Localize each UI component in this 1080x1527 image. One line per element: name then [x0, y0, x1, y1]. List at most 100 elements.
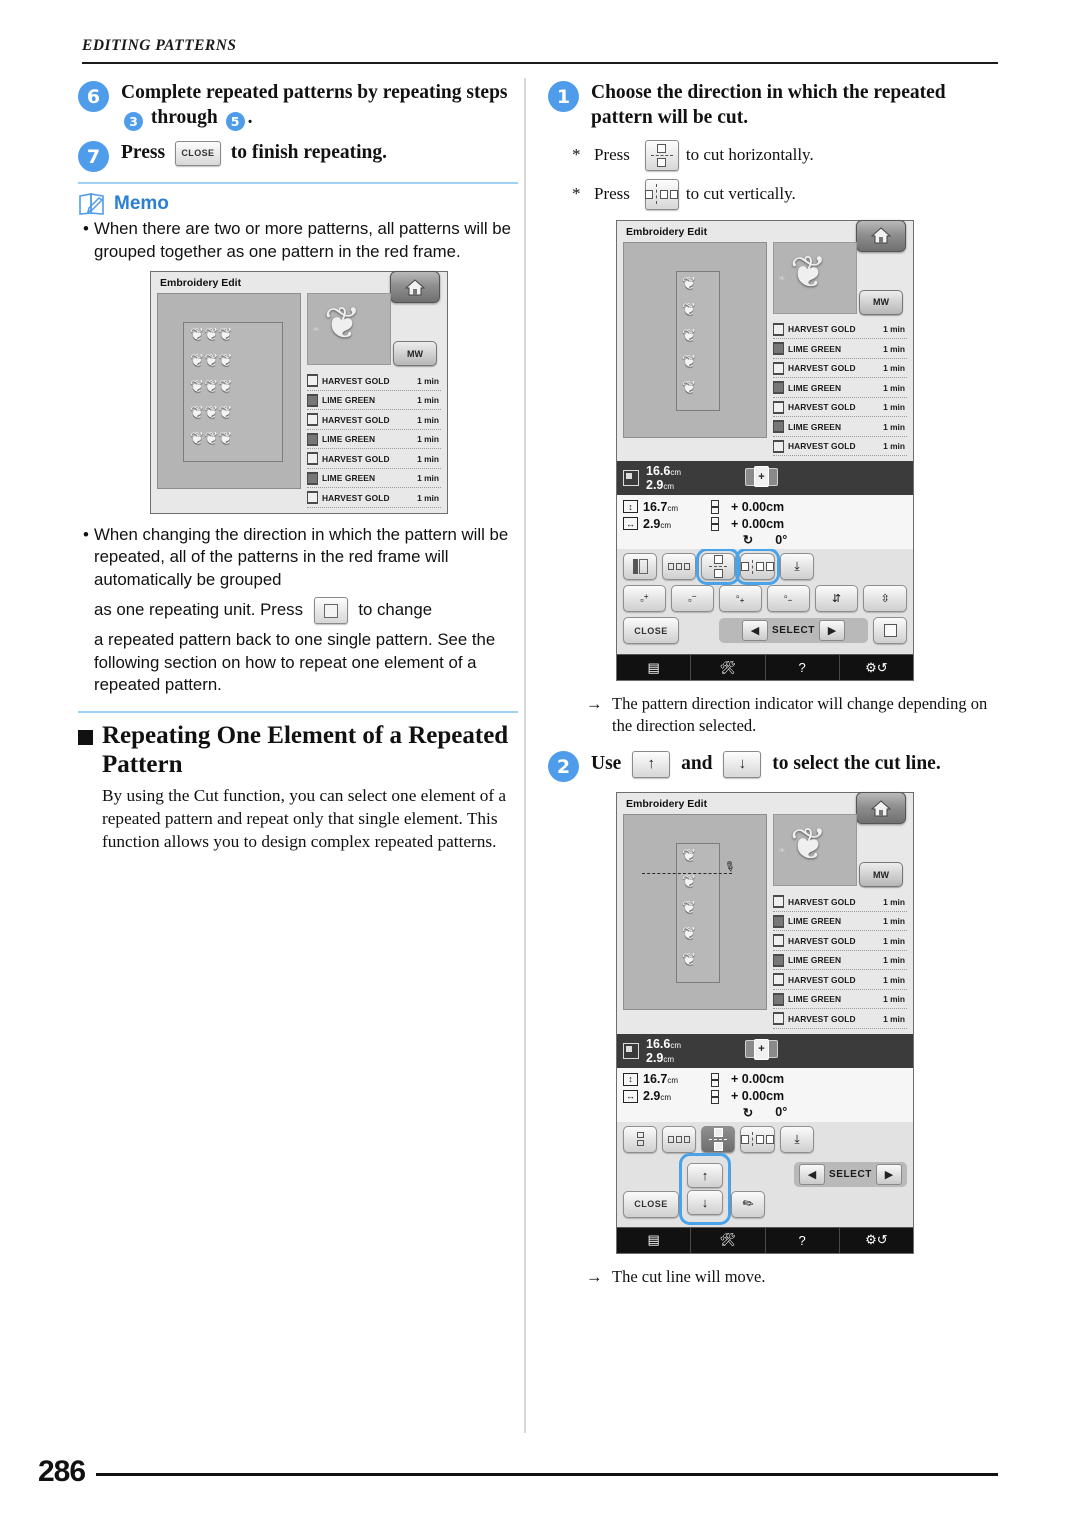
cut-horizontal-button[interactable] [644, 139, 679, 171]
thread-row[interactable]: HARVEST GOLD 1 min [773, 398, 907, 418]
home-button[interactable] [390, 271, 440, 304]
close-button[interactable]: CLOSE [623, 1190, 679, 1218]
cut-horizontal-button[interactable] [696, 548, 740, 586]
thread-name: LIME GREEN [788, 382, 842, 393]
repeat-horizontal-button[interactable] [662, 1125, 696, 1153]
note-cut-vertical: * Press to cut vertically. [572, 178, 998, 210]
thread-row[interactable]: HARVEST GOLD 1 min [307, 449, 441, 469]
thread-row[interactable]: LIME GREEN 1 min [307, 469, 441, 489]
home-icon [871, 800, 891, 817]
step-1: 1 Choose the direction in which the repe… [548, 80, 998, 131]
section-heading: Repeating One Element of a Repeated Patt… [78, 721, 518, 779]
hoop-selector-icon[interactable]: + [745, 1038, 778, 1060]
thread-name: LIME GREEN [788, 955, 842, 966]
mw-button[interactable]: MW [859, 862, 903, 888]
machine-screen: Embroidery Edit ❦❦❦ ❦❦❦ ❦❦❦ ❦❦❦ ❦❦❦ ❧ ❦ … [150, 271, 448, 514]
mw-button[interactable]: MW [393, 341, 437, 367]
repeat-horizontal-button[interactable] [662, 553, 696, 581]
cut-vertical-button[interactable] [644, 178, 679, 210]
close-button[interactable]: CLOSE [623, 617, 679, 645]
taskbar: ▤ 🛠 ? ⚙↺ [617, 1226, 913, 1253]
thread-time: 1 min [417, 375, 439, 386]
thread-name: LIME GREEN [788, 343, 842, 354]
add-vertical-bottom-button[interactable]: ▫+ [718, 585, 762, 613]
thread-time: 1 min [417, 434, 439, 445]
pattern-direction-solid-button[interactable] [623, 553, 657, 581]
hoop-selector-icon[interactable]: + [745, 466, 778, 488]
thread-row[interactable]: HARVEST GOLD 1 min [307, 488, 441, 508]
document-icon[interactable]: ▤ [617, 655, 692, 681]
result-note-2-text: The cut line will move. [612, 1266, 766, 1286]
thread-name: LIME GREEN [322, 473, 376, 484]
cut-line-down-button[interactable]: ↓ [687, 1189, 723, 1215]
settings-icon[interactable]: ⚙↺ [840, 655, 913, 680]
home-button[interactable] [856, 792, 906, 825]
cut-line-up-button[interactable]: ↑ [632, 751, 671, 779]
remove-vertical-top-button[interactable]: ▫− [670, 585, 714, 613]
single-pattern-button[interactable] [313, 597, 348, 625]
rotation-value: 0° [775, 1105, 788, 1120]
knife-button[interactable]: ✎ [731, 1190, 765, 1218]
select-previous-button[interactable]: ◀ [741, 620, 768, 642]
thread-row[interactable]: LIME GREEN 1 min [773, 990, 907, 1010]
pattern-preview: ❧ ❦ [773, 814, 857, 887]
thread-row[interactable]: HARVEST GOLD 1 min [773, 892, 907, 912]
thread-row[interactable]: HARVEST GOLD 1 min [773, 1009, 907, 1029]
select-next-button[interactable]: ▶ [876, 1163, 902, 1185]
select-previous-button[interactable]: ◀ [798, 1163, 825, 1185]
embroidery-canvas[interactable]: ❦ ❦ ❦ ❦ ❦ [623, 241, 767, 438]
overall-width: 2.9 [646, 478, 664, 493]
spacing-decrease-button[interactable]: ⇵ [814, 585, 859, 613]
thread-row[interactable]: LIME GREEN 1 min [773, 912, 907, 932]
home-button[interactable] [856, 219, 906, 252]
thread-row[interactable]: HARVEST GOLD 1 min [773, 931, 907, 951]
thread-row[interactable]: HARVEST GOLD 1 min [773, 970, 907, 990]
result-note-2: → The cut line will move. [586, 1266, 998, 1287]
cut-vertical-button[interactable] [740, 1125, 775, 1153]
thread-row[interactable]: LIME GREEN 1 min [773, 951, 907, 971]
thread-row[interactable]: LIME GREEN 1 min [307, 391, 441, 411]
document-icon[interactable]: ▤ [617, 1227, 692, 1253]
select-next-button[interactable]: ▶ [819, 620, 846, 642]
overall-dims: 16.6cm 2.9cm [646, 464, 682, 493]
spool-icon [773, 400, 784, 414]
thread-row[interactable]: LIME GREEN 1 min [773, 339, 907, 359]
add-vertical-top-button[interactable]: ▫+ [623, 585, 666, 613]
help-button[interactable]: ? [766, 655, 840, 681]
repeat-vertical-button[interactable] [623, 1125, 657, 1153]
thread-row[interactable]: LIME GREEN 1 min [307, 430, 441, 450]
thread-row[interactable]: HARVEST GOLD 1 min [773, 437, 907, 457]
help-button[interactable]: ? [766, 1227, 840, 1253]
machine-icon[interactable]: 🛠 [691, 655, 766, 681]
download-button[interactable]: ⤓ [780, 553, 814, 581]
thread-color-list: HARVEST GOLD 1 min LIME GREEN 1 min HARV… [773, 320, 907, 457]
thread-row[interactable]: LIME GREEN 1 min [773, 378, 907, 398]
remove-vertical-bottom-button[interactable]: ▫− [766, 585, 810, 613]
result-note-1-text: The pattern direction indicator will cha… [612, 694, 988, 735]
step-6: 6 Complete repeated patterns by repeatin… [78, 80, 518, 132]
thread-row[interactable]: HARVEST GOLD 1 min [773, 359, 907, 379]
overall-size-bar: 16.6cm 2.9cm + [617, 1033, 913, 1068]
thread-row[interactable]: LIME GREEN 1 min [773, 417, 907, 437]
cut-line-up-button[interactable]: ↑ [687, 1162, 723, 1188]
spacing-increase-button[interactable]: ⇳ [863, 585, 908, 613]
cut-line-down-button[interactable]: ↓ [723, 751, 762, 779]
thread-row[interactable]: HARVEST GOLD 1 min [307, 371, 441, 391]
machine-icon[interactable]: 🛠 [691, 1227, 766, 1253]
thread-row[interactable]: HARVEST GOLD 1 min [773, 320, 907, 340]
thread-row[interactable]: HARVEST GOLD 1 min [307, 410, 441, 430]
mw-button[interactable]: MW [859, 289, 903, 315]
embroidery-canvas[interactable]: ❦ ❦ ❦ ❦ ❦ ✎ [623, 814, 767, 1011]
section-title: Repeating One Element of a Repeated Patt… [102, 721, 509, 778]
settings-icon[interactable]: ⚙↺ [840, 1228, 913, 1253]
thread-name: HARVEST GOLD [788, 363, 856, 374]
thread-time: 1 min [883, 955, 905, 966]
single-pattern-button[interactable] [873, 617, 907, 645]
close-button[interactable]: CLOSE [174, 141, 221, 167]
download-button[interactable]: ⤓ [780, 1125, 814, 1153]
cut-vertical-button[interactable] [735, 548, 780, 586]
thread-time: 1 min [883, 421, 905, 432]
running-head: EDITING PATTERNS [82, 37, 237, 54]
cut-horizontal-button-selected[interactable] [701, 1125, 735, 1153]
embroidery-canvas[interactable]: ❦❦❦ ❦❦❦ ❦❦❦ ❦❦❦ ❦❦❦ [157, 293, 301, 490]
